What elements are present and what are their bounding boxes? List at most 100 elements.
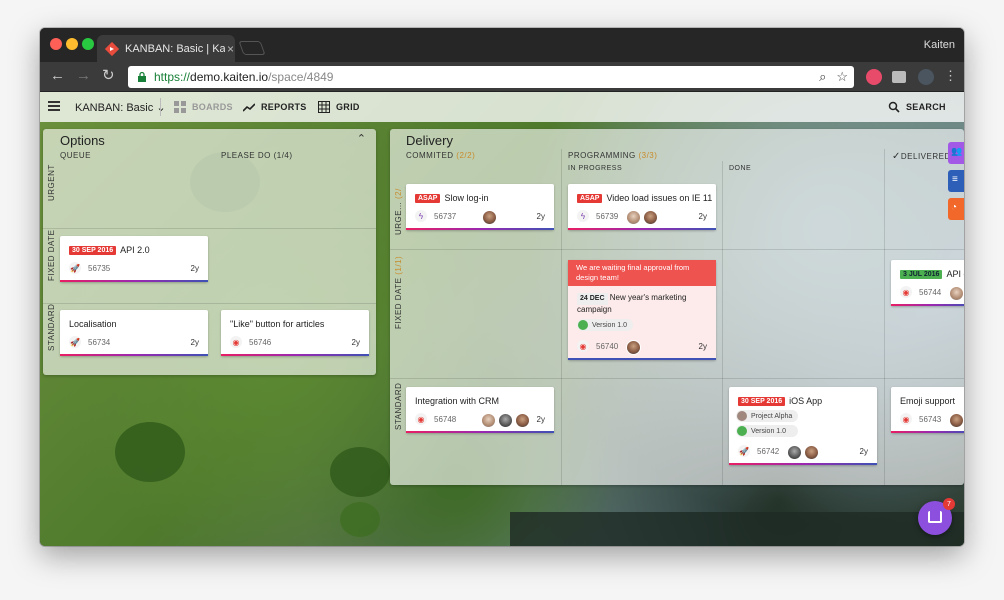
avatar[interactable] bbox=[626, 210, 641, 225]
card-new-year-campaign[interactable]: We are waiting final approval from desig… bbox=[568, 260, 716, 360]
card-ios-app[interactable]: 30 SEP 2016 iOS App Project Alpha Version… bbox=[729, 387, 877, 465]
tag-label: Project Alpha bbox=[751, 412, 793, 420]
card-age: 2y bbox=[698, 342, 707, 351]
card-id: 56748 bbox=[434, 414, 457, 424]
maximize-window-button[interactable] bbox=[82, 38, 94, 50]
avatar[interactable] bbox=[515, 413, 530, 428]
card-accent bbox=[891, 431, 964, 433]
lane-urgent-count: (2/ bbox=[394, 188, 403, 199]
card-api-2[interactable]: 30 SEP 2016 API 2.0 🚀 56735 2y bbox=[60, 236, 208, 282]
avatar[interactable] bbox=[643, 210, 658, 225]
due-date-badge: 30 SEP 2016 bbox=[738, 396, 786, 406]
card-age: 2y bbox=[190, 338, 199, 347]
minimize-window-button[interactable] bbox=[66, 38, 78, 50]
avatar[interactable] bbox=[949, 286, 964, 301]
url-path: /space/4849 bbox=[268, 70, 334, 84]
bug-icon: ◉ bbox=[900, 413, 912, 425]
new-tab-button[interactable] bbox=[238, 41, 266, 55]
avatar[interactable] bbox=[498, 413, 513, 428]
bookmark-star-icon[interactable]: ☆ bbox=[836, 69, 848, 85]
card-localisation[interactable]: Localisation 🚀 56734 2y bbox=[60, 310, 208, 356]
column-programming-label: PROGRAMMING bbox=[568, 151, 636, 160]
search-icon bbox=[888, 101, 900, 113]
bug-icon: ◉ bbox=[415, 413, 427, 425]
reports-label: REPORTS bbox=[261, 102, 307, 112]
space-name: KANBAN: Basic bbox=[75, 102, 154, 114]
reports-button[interactable]: REPORTS bbox=[243, 101, 307, 113]
boards-button[interactable]: BOARDS bbox=[174, 101, 233, 113]
tag-version[interactable]: Version 1.0 bbox=[577, 319, 634, 331]
avatar[interactable] bbox=[804, 445, 819, 460]
card-accent bbox=[221, 354, 369, 356]
browser-profile-name[interactable]: Kaiten bbox=[924, 39, 955, 51]
subcolumn-in-progress: IN PROGRESS bbox=[568, 165, 623, 172]
grid-button[interactable]: GRID bbox=[318, 101, 360, 113]
members-button[interactable]: 👥 bbox=[948, 142, 964, 164]
tag-project[interactable]: Project Alpha bbox=[736, 410, 799, 422]
card-id: 56743 bbox=[919, 414, 942, 424]
chat-icon bbox=[928, 511, 942, 523]
address-bar[interactable]: https://demo.kaiten.io/space/4849 ⌕ ☆ bbox=[128, 66, 854, 88]
card-accent bbox=[568, 228, 716, 230]
back-arrow-icon[interactable]: ← bbox=[50, 68, 65, 84]
space-selector[interactable]: KANBAN: Basic ⌄ bbox=[75, 101, 166, 114]
close-window-button[interactable] bbox=[50, 38, 62, 50]
browser-menu-icon[interactable]: ⋮ bbox=[944, 68, 957, 84]
card-like-button[interactable]: "Like" button for articles ◉ 56746 2y bbox=[221, 310, 369, 356]
reload-icon[interactable]: ↻ bbox=[102, 68, 115, 84]
filter-button[interactable]: ≡ bbox=[948, 170, 964, 192]
card-id: 56734 bbox=[88, 337, 111, 347]
menu-icon[interactable] bbox=[48, 101, 60, 111]
card-id: 56739 bbox=[596, 211, 619, 221]
card-id: 56742 bbox=[757, 446, 780, 456]
card-members bbox=[787, 445, 819, 460]
tag-version[interactable]: Version 1.0 bbox=[736, 425, 799, 437]
lane-standard: STANDARD bbox=[394, 382, 403, 430]
header-divider bbox=[160, 98, 161, 116]
card-tags: Version 1.0 bbox=[577, 319, 634, 332]
card-title: "Like" button for articles bbox=[230, 319, 325, 329]
chat-button[interactable]: 7 bbox=[918, 498, 955, 535]
column-programming-count: (3/3) bbox=[638, 151, 658, 160]
tag-label: Version 1.0 bbox=[751, 427, 787, 435]
lane-divider bbox=[43, 303, 376, 304]
column-divider bbox=[722, 161, 723, 485]
zoom-icon[interactable]: ⌕ bbox=[819, 69, 826, 85]
extension-t-icon[interactable] bbox=[866, 69, 882, 85]
search-label: SEARCH bbox=[906, 102, 946, 112]
card-age: 2y bbox=[190, 264, 199, 273]
extension-chat-icon[interactable] bbox=[892, 71, 906, 83]
card-age: 2y bbox=[698, 212, 707, 221]
avatar[interactable] bbox=[626, 340, 641, 355]
tab-close-icon[interactable]: × bbox=[227, 42, 234, 56]
card-slow-login[interactable]: ASAP Slow log-in ϟ 56737 2y bbox=[406, 184, 554, 230]
lock-icon bbox=[138, 71, 146, 82]
due-date-badge: 30 SEP 2016 bbox=[69, 245, 117, 255]
card-video-ie11[interactable]: ASAP Video load issues on IE 11 ϟ 56739 2y bbox=[568, 184, 716, 230]
bug-icon: ◉ bbox=[577, 340, 589, 352]
avatar[interactable] bbox=[482, 210, 497, 225]
background-tree bbox=[340, 502, 380, 537]
column-delivered-label: DELIVERED bbox=[900, 152, 951, 161]
extension-circle-icon[interactable] bbox=[918, 69, 934, 85]
card-tags: Project Alpha Version 1.0 bbox=[736, 410, 799, 437]
check-icon: ✓ bbox=[892, 151, 901, 162]
timer-button[interactable]: ◔ bbox=[948, 198, 964, 220]
avatar[interactable] bbox=[481, 413, 496, 428]
forward-arrow-icon[interactable]: → bbox=[76, 68, 91, 84]
search-button[interactable]: SEARCH bbox=[888, 101, 946, 113]
avatar[interactable] bbox=[949, 413, 964, 428]
lane-divider bbox=[43, 228, 376, 229]
browser-tab[interactable]: KANBAN: Basic | Kaiten × bbox=[97, 35, 235, 62]
grid-icon bbox=[318, 101, 330, 113]
collapse-icon[interactable]: ⌃ bbox=[357, 132, 366, 145]
card-title: API 2.0 bbox=[120, 245, 150, 255]
column-delivered: ✓DELIVERED bbox=[892, 151, 951, 162]
column-commited-count: (2/2) bbox=[456, 151, 476, 160]
card-emoji-support[interactable]: Emoji support ◉ 56743 bbox=[891, 387, 964, 433]
card-api-docs[interactable]: 3 JUL 2016API doc ◉ 56744 bbox=[891, 260, 964, 306]
avatar[interactable] bbox=[787, 445, 802, 460]
card-crm-integration[interactable]: Integration with CRM ◉ 56748 2y bbox=[406, 387, 554, 433]
lane-standard: STANDARD bbox=[47, 303, 56, 351]
tag-label: Version 1.0 bbox=[592, 321, 628, 329]
